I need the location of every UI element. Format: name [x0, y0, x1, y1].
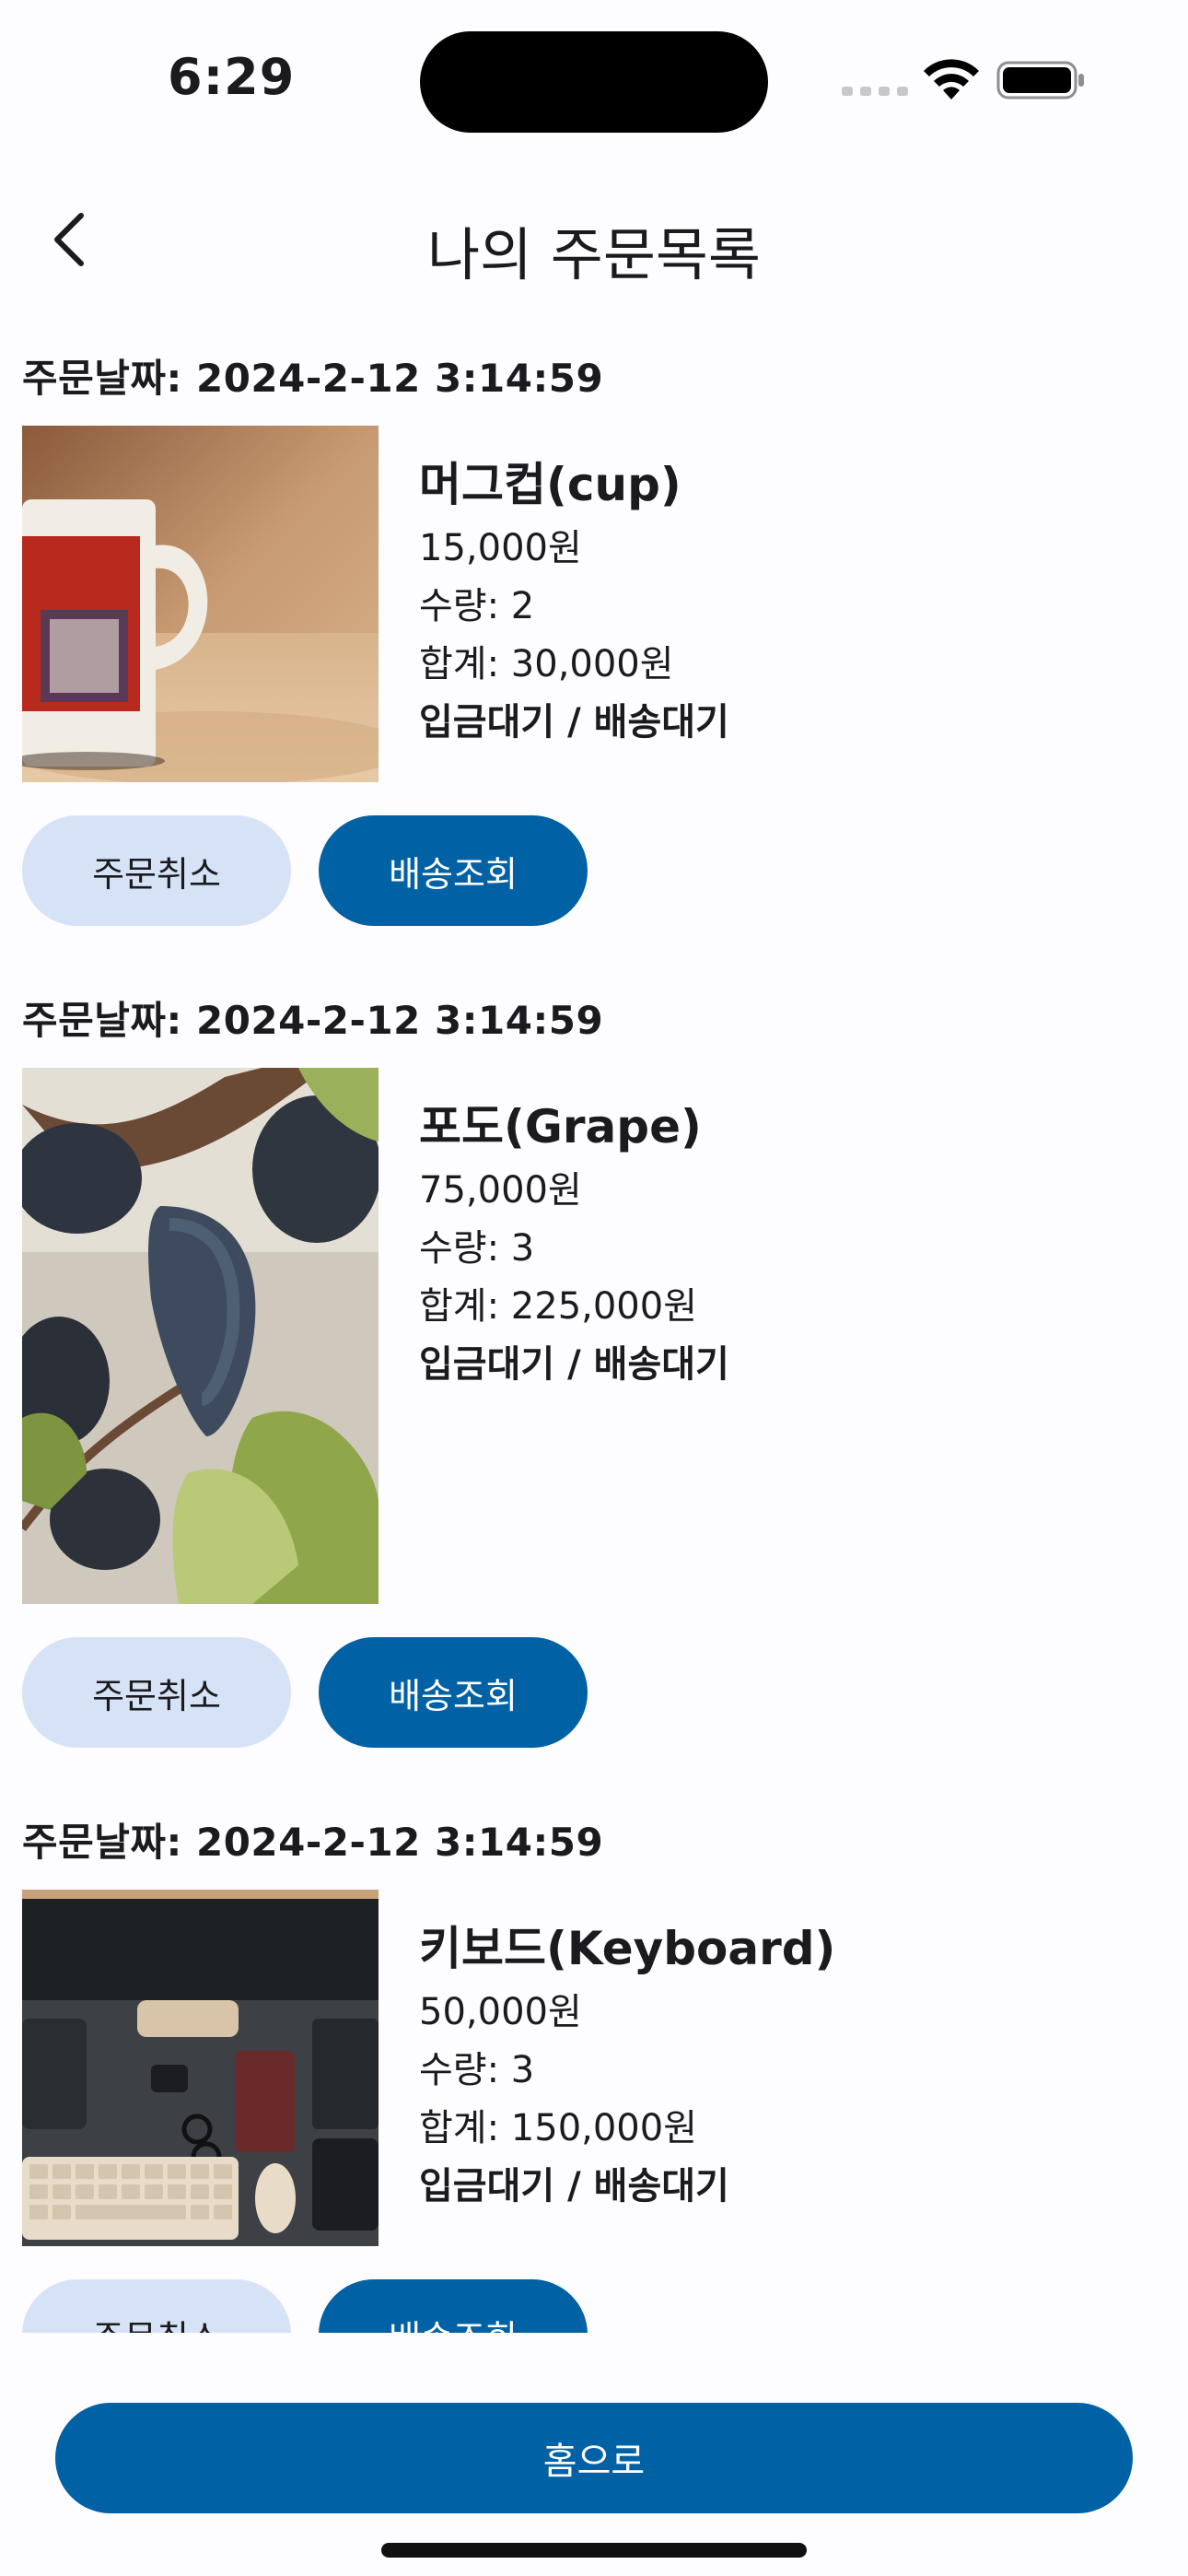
order-total: 합계: 150,000원 — [419, 2107, 698, 2149]
app-bar: 나의 주문목록 — [0, 184, 1188, 295]
order-status: 입금대기 / 배송대기 — [419, 1343, 729, 1386]
product-price: 75,000원 — [419, 1169, 582, 1212]
cancel-order-button[interactable]: 주문취소 — [22, 2279, 291, 2333]
order-quantity: 수량: 2 — [419, 585, 535, 627]
order-quantity: 수량: 3 — [419, 2049, 535, 2091]
product-price: 15,000원 — [419, 527, 582, 569]
track-delivery-button[interactable]: 배송조회 — [319, 2279, 588, 2333]
order-item: 주문날짜: 2024-2-12 3:14:59 — [0, 992, 1188, 1748]
cancel-order-button[interactable]: 주문취소 — [22, 815, 291, 926]
order-date: 주문날짜: 2024-2-12 3:14:59 — [22, 356, 604, 401]
order-item: 주문날짜: 2024-2-12 3:14:59 — [0, 350, 1188, 926]
track-delivery-button[interactable]: 배송조회 — [319, 815, 588, 926]
cellular-signal-icon — [842, 87, 908, 96]
page-title: 나의 주문목록 — [427, 221, 761, 288]
battery-icon — [996, 61, 1084, 100]
dynamic-island — [420, 31, 768, 133]
product-name: 포도(Grape) — [419, 1100, 702, 1153]
home-indicator — [381, 2543, 807, 2558]
home-button[interactable]: 홈으로 — [55, 2403, 1133, 2513]
cancel-order-button[interactable]: 주문취소 — [22, 1637, 291, 1748]
order-date: 주문날짜: 2024-2-12 3:14:59 — [22, 1820, 604, 1865]
product-image-mug — [22, 426, 379, 782]
status-bar: 6:29 — [0, 0, 1188, 157]
product-image-grape — [22, 1068, 379, 1604]
status-time: 6:29 — [168, 48, 296, 106]
order-date: 주문날짜: 2024-2-12 3:14:59 — [22, 998, 604, 1043]
track-delivery-button[interactable]: 배송조회 — [319, 1637, 588, 1748]
order-total: 합계: 30,000원 — [419, 643, 674, 685]
order-total: 합계: 225,000원 — [419, 1285, 698, 1328]
order-quantity: 수량: 3 — [419, 1227, 535, 1270]
product-image-keyboard — [22, 1890, 379, 2246]
order-status: 입금대기 / 배송대기 — [419, 2165, 729, 2207]
order-list[interactable]: 주문날짜: 2024-2-12 3:14:59 머그컵(cup) 15,000원… — [0, 350, 1188, 2333]
product-price: 50,000원 — [419, 1991, 582, 2033]
product-name: 키보드(Keyboard) — [419, 1922, 836, 1975]
order-item: 주문날짜: 2024-2-12 3:14:59 — [0, 1814, 1188, 2333]
order-status: 입금대기 / 배송대기 — [419, 701, 729, 744]
wifi-icon — [924, 59, 979, 100]
product-name: 머그컵(cup) — [419, 458, 681, 511]
